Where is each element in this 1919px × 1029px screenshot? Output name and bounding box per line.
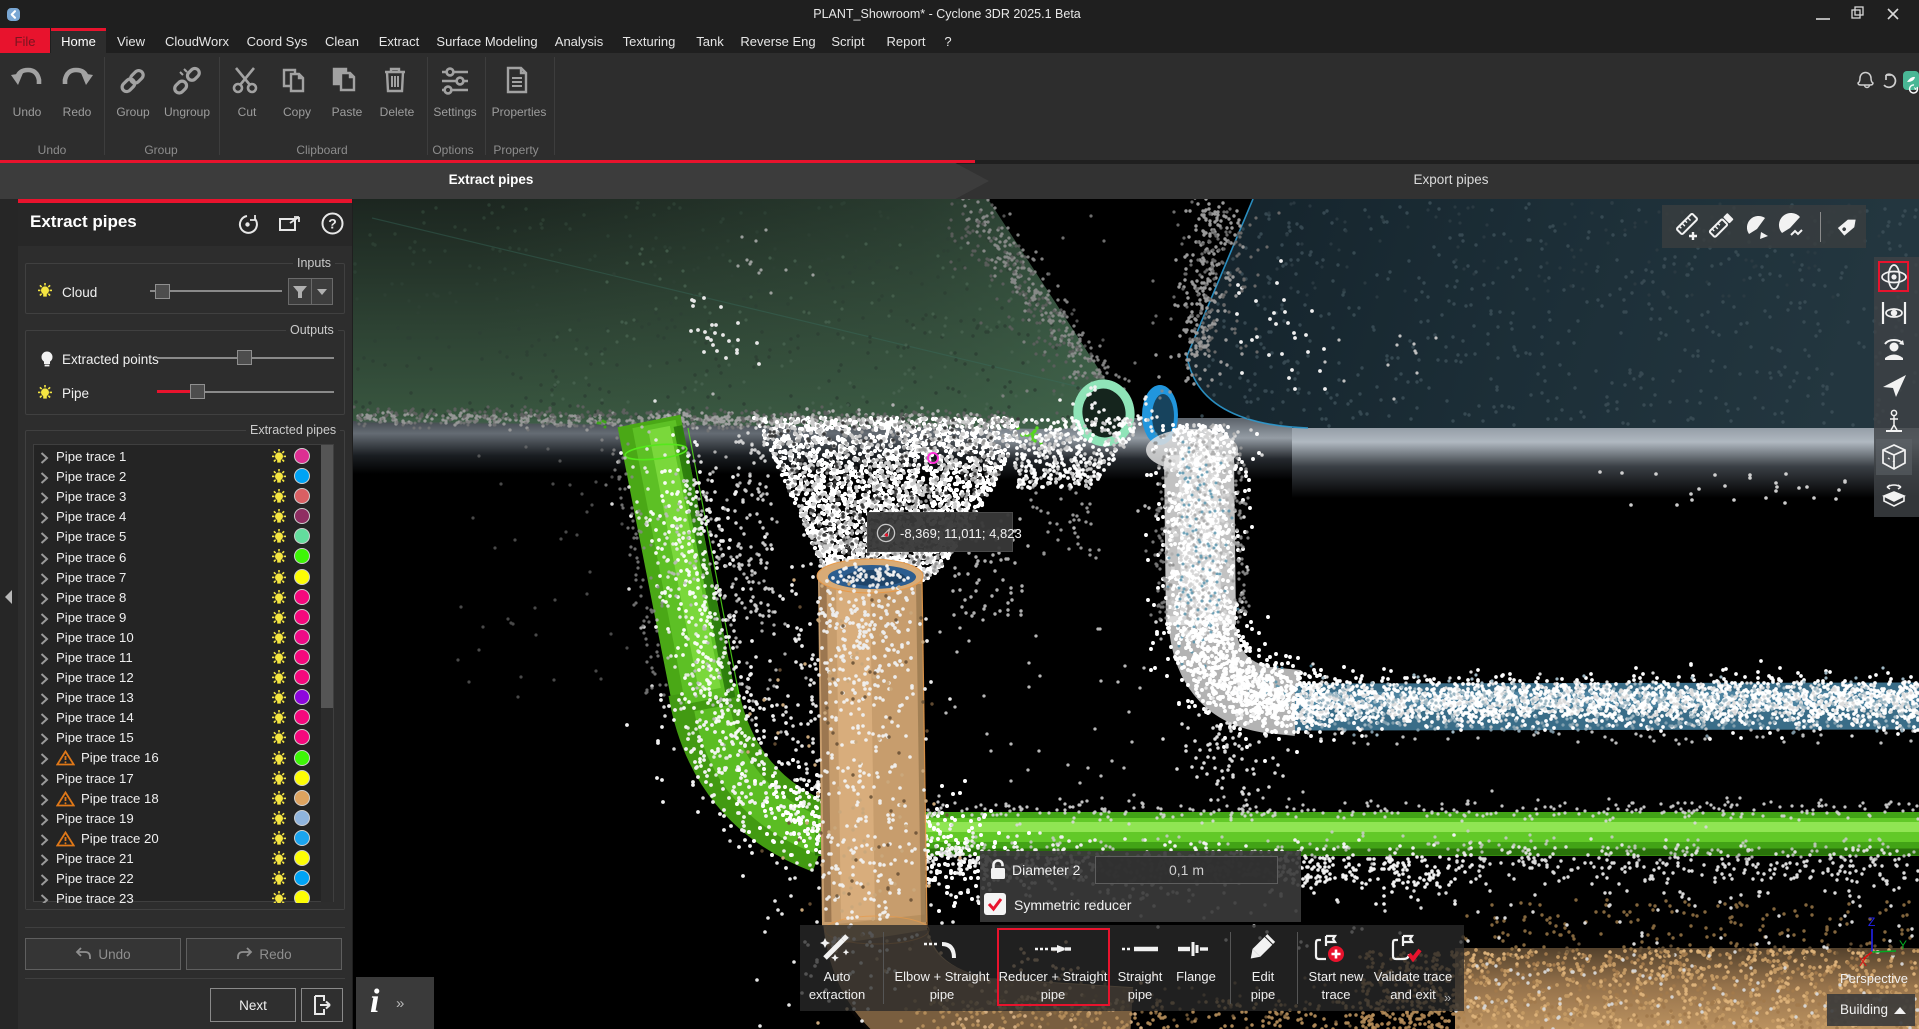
svg-text:?: ?	[328, 216, 337, 232]
svg-text:Z: Z	[1868, 915, 1875, 929]
svg-text:X: X	[1859, 955, 1867, 969]
svg-text:Y: Y	[1899, 938, 1907, 952]
